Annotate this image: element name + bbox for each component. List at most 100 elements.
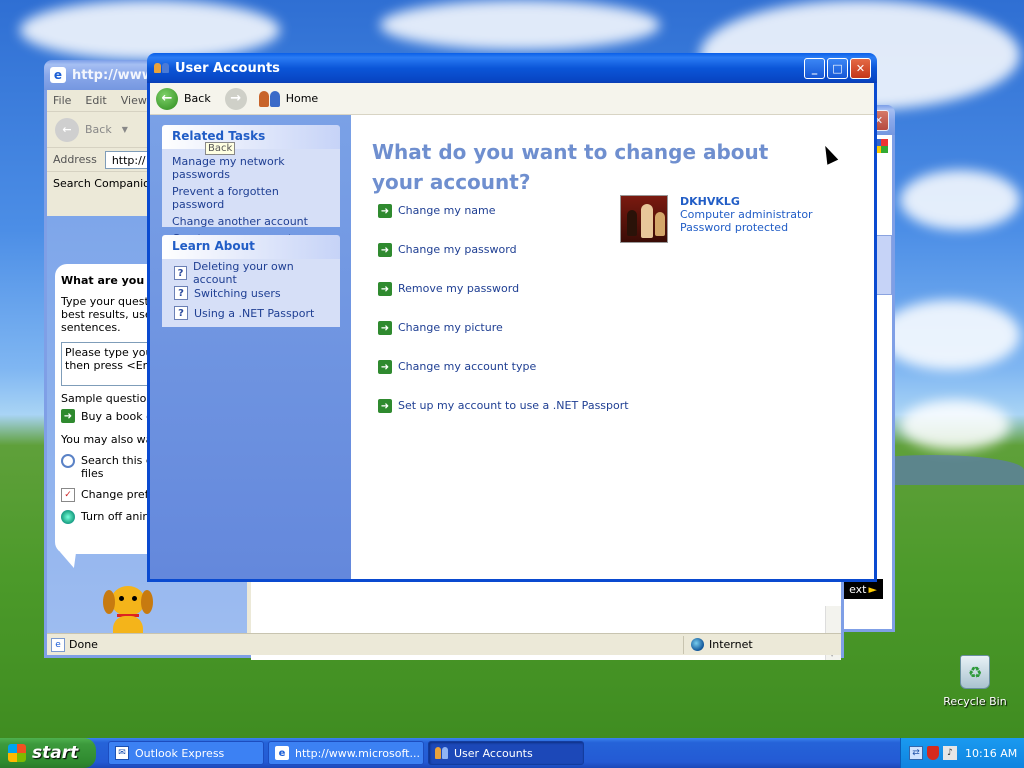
internet-globe-icon xyxy=(691,638,704,651)
taskbar-item-ie[interactable]: e http://www.microsoft... xyxy=(268,741,424,765)
ie-back-label[interactable]: Back xyxy=(85,123,112,136)
taskbar-item-ie-label: http://www.microsoft... xyxy=(295,746,420,760)
help-icon: ? xyxy=(174,266,187,280)
arrow-right-icon: ➜ xyxy=(378,360,392,374)
sample-question-text: Buy a book c xyxy=(81,409,153,423)
action-change-name-label: Change my name xyxy=(398,204,496,217)
recycle-bin-icon: ♻ xyxy=(960,655,990,689)
windows-logo-icon xyxy=(8,744,26,762)
action-change-name[interactable]: ➜ Change my name xyxy=(378,204,638,243)
checklist-icon: ✓ xyxy=(61,488,75,502)
action-change-account-type[interactable]: ➜ Change my account type xyxy=(378,360,638,399)
forward-arrow-icon[interactable]: → xyxy=(224,87,247,110)
related-tasks-title: Related Tasks xyxy=(172,129,266,143)
ua-main: What do you want to change about your ac… xyxy=(351,115,874,579)
back-arrow-icon[interactable]: ← xyxy=(55,117,79,142)
account-name: DKHVKLG xyxy=(680,195,740,208)
user-accounts-icon xyxy=(153,60,169,76)
back-arrow-icon: ← xyxy=(156,87,178,110)
network-icon[interactable]: ⇄ xyxy=(909,746,923,760)
arrow-right-icon: ➜ xyxy=(378,399,392,413)
user-accounts-window[interactable]: User Accounts _ □ ✕ ← Back → Home Back R… xyxy=(147,53,877,582)
taskbar: start ✉ Outlook Express e http://www.mic… xyxy=(0,738,1024,768)
related-tasks-body: Manage my network passwords Prevent a fo… xyxy=(162,149,340,245)
help-icon: ? xyxy=(174,286,188,300)
ie-status-bar: e Done Internet xyxy=(47,633,841,655)
maximize-icon[interactable]: □ xyxy=(827,57,848,79)
outlook-icon: ✉ xyxy=(115,746,129,760)
menu-edit[interactable]: Edit xyxy=(85,94,106,107)
back-button[interactable]: ← Back xyxy=(156,87,211,110)
taskbar-item-user-accounts-label: User Accounts xyxy=(454,746,533,760)
home-button[interactable]: Home xyxy=(258,90,319,107)
search-companion-label: Search Companion xyxy=(53,176,157,190)
scrollbar[interactable] xyxy=(876,235,892,295)
taskbar-item-outlook-label: Outlook Express xyxy=(135,746,225,760)
menu-view[interactable]: View xyxy=(121,94,147,107)
close-icon[interactable]: ✕ xyxy=(850,57,871,79)
ua-toolbar: ← Back → Home xyxy=(150,83,874,115)
recycle-bin[interactable]: ♻ Recycle Bin xyxy=(940,655,1010,708)
arrow-right-icon: ➜ xyxy=(378,243,392,257)
search-icon xyxy=(61,454,75,468)
chevron-down-icon[interactable]: ▼ xyxy=(122,125,128,134)
account-card[interactable]: DKHVKLG Computer administrator Password … xyxy=(620,195,813,243)
minimize-icon[interactable]: _ xyxy=(804,57,825,79)
chess-avatar[interactable] xyxy=(620,195,668,243)
ua-title: User Accounts xyxy=(175,60,280,76)
task-manage-network-passwords[interactable]: Manage my network passwords xyxy=(172,153,330,183)
start-label: start xyxy=(32,743,79,763)
page-heading: What do you want to change about your ac… xyxy=(372,140,769,194)
bubble-tail xyxy=(60,552,82,568)
arrow-right-icon: ➜ xyxy=(378,321,392,335)
volume-icon[interactable]: ♪ xyxy=(943,746,957,760)
action-change-account-type-label: Change my account type xyxy=(398,360,537,373)
learn-net-passport[interactable]: ? Using a .NET Passport xyxy=(174,303,328,323)
taskbar-item-user-accounts[interactable]: User Accounts xyxy=(428,741,584,765)
arrow-right-icon: ➜ xyxy=(61,409,75,423)
next-button[interactable]: ext ► xyxy=(843,579,883,599)
status-divider xyxy=(683,636,684,654)
action-net-passport-label: Set up my account to use a .NET Passport xyxy=(398,399,629,412)
menu-file[interactable]: File xyxy=(53,94,71,107)
related-tasks-panel: Related Tasks Manage my network password… xyxy=(162,125,340,245)
back-tooltip: Back xyxy=(205,142,236,155)
back-label: Back xyxy=(184,92,211,105)
action-net-passport[interactable]: ➜ Set up my account to use a .NET Passpo… xyxy=(378,399,638,438)
learn-deleting-account[interactable]: ? Deleting your own account xyxy=(174,260,328,286)
learn-deleting-account-label: Deleting your own account xyxy=(192,260,294,286)
action-remove-password[interactable]: ➜ Remove my password xyxy=(378,282,638,321)
help-icon: ? xyxy=(174,306,188,320)
learn-net-passport-label: Using a .NET Passport xyxy=(194,306,315,320)
clock[interactable]: 10:16 AM xyxy=(965,747,1017,760)
page-done-icon: e xyxy=(51,637,65,652)
ua-titlebar[interactable]: User Accounts _ □ ✕ xyxy=(147,53,877,83)
option-animation-label: Turn off anir xyxy=(81,510,147,523)
next-label: ext xyxy=(849,582,867,596)
arrow-right-icon: ➜ xyxy=(378,204,392,218)
task-prevent-forgotten-password[interactable]: Prevent a forgotten password xyxy=(172,183,330,213)
task-change-another-account[interactable]: Change another account xyxy=(172,213,330,230)
account-type: Computer administrator xyxy=(680,208,813,221)
action-remove-password-label: Remove my password xyxy=(398,282,520,295)
internet-zone: Internet xyxy=(691,638,753,651)
mouse-cursor-icon xyxy=(819,143,839,165)
learn-about-title: Learn About xyxy=(172,239,255,253)
learn-about-header[interactable]: Learn About xyxy=(162,235,340,259)
security-shield-icon[interactable] xyxy=(927,746,939,760)
action-change-picture-label: Change my picture xyxy=(398,321,503,334)
ie-icon: e xyxy=(275,746,289,760)
action-change-picture[interactable]: ➜ Change my picture xyxy=(378,321,638,360)
action-change-password[interactable]: ➜ Change my password xyxy=(378,243,638,282)
option-preferences-label: Change pref xyxy=(81,488,149,501)
home-label: Home xyxy=(285,92,319,105)
task-pane: Related Tasks Manage my network password… xyxy=(150,115,351,579)
related-tasks-header[interactable]: Related Tasks xyxy=(162,125,340,149)
home-users-icon xyxy=(258,90,280,107)
globe-icon xyxy=(61,510,75,524)
recycle-bin-label: Recycle Bin xyxy=(943,695,1007,708)
start-button[interactable]: start xyxy=(0,738,96,768)
action-change-password-label: Change my password xyxy=(398,243,517,256)
learn-switching-users-label: Switching users xyxy=(194,286,281,300)
taskbar-item-outlook[interactable]: ✉ Outlook Express xyxy=(108,741,264,765)
